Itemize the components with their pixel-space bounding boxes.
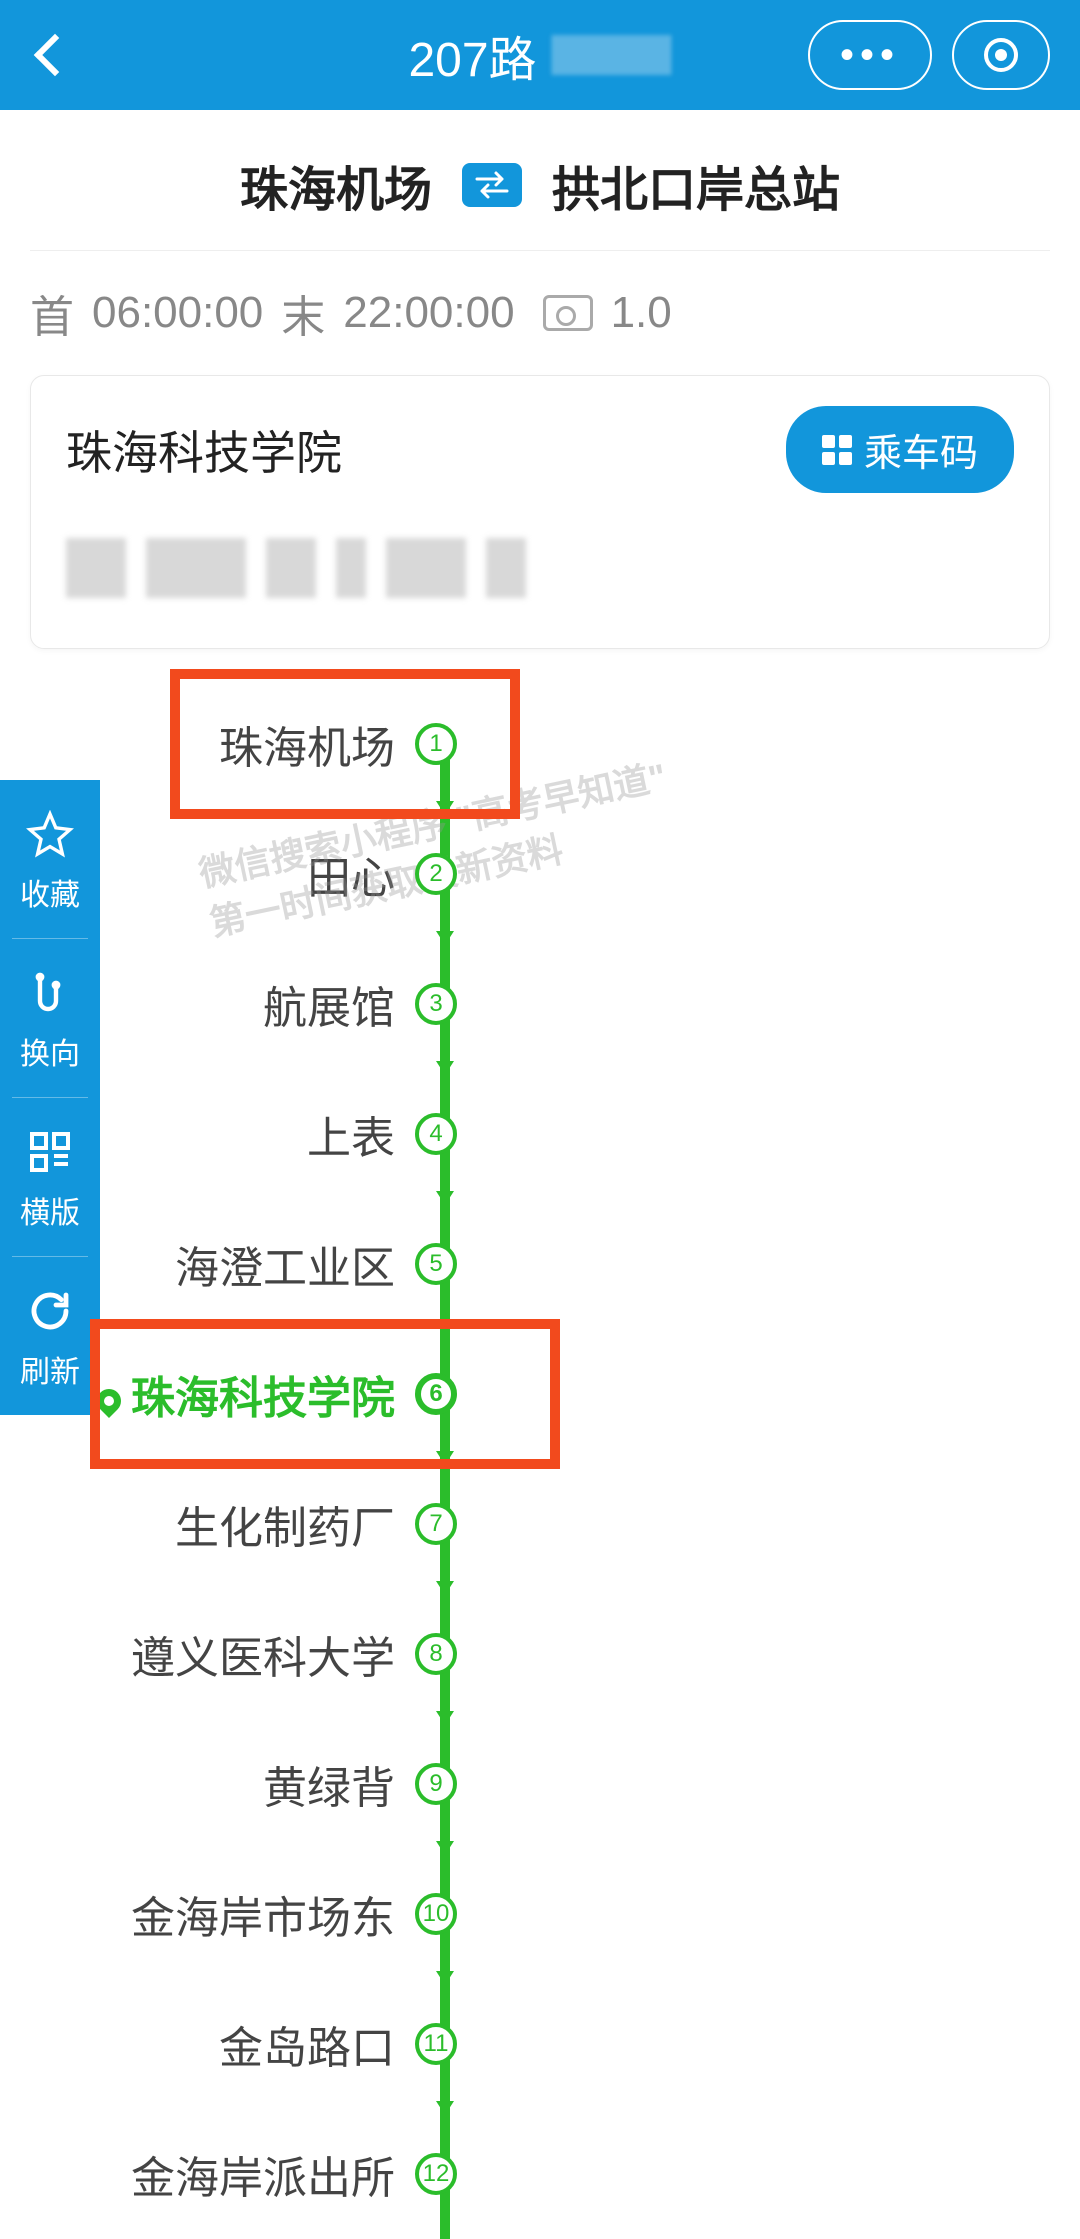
station-row[interactable]: 金海岸派出所12 — [0, 2109, 1080, 2239]
arrow-down-icon — [436, 1971, 454, 1985]
station-row[interactable]: 黄绿背9 — [0, 1719, 1080, 1849]
station-number: 9 — [415, 1763, 457, 1805]
arrow-down-icon — [436, 2101, 454, 2115]
chevron-left-icon — [34, 34, 76, 76]
arrow-down-icon — [436, 1841, 454, 1855]
station-row[interactable]: 田心2 — [0, 809, 1080, 939]
first-time: 06:00:00 — [92, 288, 263, 338]
refresh-icon — [26, 1287, 74, 1335]
reverse-icon — [26, 969, 74, 1017]
arrow-down-icon — [436, 1321, 454, 1335]
favorite-label: 收藏 — [20, 870, 80, 914]
station-number: 11 — [415, 2023, 457, 2065]
layout-label: 横版 — [20, 1188, 80, 1232]
target-button[interactable] — [952, 20, 1050, 90]
station-number: 6 — [415, 1373, 457, 1415]
more-icon: ••• — [840, 35, 900, 75]
swap-icon — [472, 170, 512, 200]
station-number: 4 — [415, 1113, 457, 1155]
route-start: 珠海机场 — [240, 150, 432, 220]
redacted-info — [66, 538, 1014, 598]
station-name: 生化制药厂 — [0, 1492, 415, 1556]
star-icon — [26, 810, 74, 858]
arrow-down-icon — [436, 1451, 454, 1465]
station-name: 珠海机场 — [0, 712, 415, 776]
ride-code-button[interactable]: 乘车码 — [786, 406, 1014, 493]
route-end: 拱北口岸总站 — [552, 150, 840, 220]
station-number: 8 — [415, 1633, 457, 1675]
nearest-station-card: 珠海科技学院 乘车码 — [30, 375, 1050, 649]
ride-code-label: 乘车码 — [864, 422, 978, 477]
station-number: 7 — [415, 1503, 457, 1545]
station-number: 1 — [415, 723, 457, 765]
station-number: 3 — [415, 983, 457, 1025]
refresh-button[interactable]: 刷新 — [12, 1256, 88, 1415]
arrow-down-icon — [436, 1191, 454, 1205]
station-row[interactable]: 航展馆3 — [0, 939, 1080, 1069]
station-row[interactable]: 金海岸市场东10 — [0, 1849, 1080, 1979]
qr-icon — [822, 435, 852, 465]
station-list[interactable]: 珠海机场1田心2航展馆3上表4海澄工业区5珠海科技学院6生化制药厂7遵义医科大学… — [0, 679, 1080, 2239]
station-number: 10 — [415, 1893, 457, 1935]
arrow-down-icon — [436, 931, 454, 945]
target-icon — [984, 38, 1018, 72]
route-header: 珠海机场 拱北口岸总站 — [30, 110, 1050, 251]
arrow-down-icon — [436, 1711, 454, 1725]
redacted-text — [552, 35, 672, 75]
station-name: 遵义医科大学 — [0, 1622, 415, 1686]
station-row[interactable]: 珠海科技学院6 — [0, 1329, 1080, 1459]
station-name: 金岛路口 — [0, 2012, 415, 2076]
arrow-down-icon — [436, 1581, 454, 1595]
header-bar: 207路 ••• — [0, 0, 1080, 110]
station-row[interactable]: 遵义医科大学8 — [0, 1589, 1080, 1719]
station-row[interactable]: 海澄工业区5 — [0, 1199, 1080, 1329]
route-number: 207路 — [408, 20, 536, 90]
station-row[interactable]: 上表4 — [0, 1069, 1080, 1199]
side-toolbar: 收藏 换向 横版 刷新 — [0, 780, 100, 1415]
favorite-button[interactable]: 收藏 — [0, 780, 100, 938]
layout-button[interactable]: 横版 — [12, 1097, 88, 1256]
arrow-down-icon — [436, 1061, 454, 1075]
last-time: 22:00:00 — [343, 288, 514, 338]
fare-value: 1.0 — [611, 288, 672, 338]
schedule-row: 首 06:00:00 末 22:00:00 1.0 — [0, 251, 1080, 375]
header-title: 207路 — [408, 20, 671, 90]
refresh-label: 刷新 — [20, 1347, 80, 1391]
station-name: 金海岸市场东 — [0, 1882, 415, 1946]
arrow-down-icon — [436, 801, 454, 815]
more-button[interactable]: ••• — [808, 20, 932, 90]
first-label: 首 — [30, 281, 74, 345]
swap-direction-button[interactable] — [462, 163, 522, 207]
reverse-button[interactable]: 换向 — [12, 938, 88, 1097]
station-name: 金海岸派出所 — [0, 2142, 415, 2206]
grid-icon — [26, 1128, 74, 1176]
station-row[interactable]: 生化制药厂7 — [0, 1459, 1080, 1589]
reverse-label: 换向 — [20, 1029, 80, 1073]
last-label: 末 — [281, 281, 325, 345]
station-number: 5 — [415, 1243, 457, 1285]
station-name: 黄绿背 — [0, 1752, 415, 1816]
station-number: 12 — [415, 2153, 457, 2195]
fare-icon — [543, 295, 593, 331]
station-row[interactable]: 珠海机场1 — [0, 679, 1080, 809]
station-number: 2 — [415, 853, 457, 895]
back-button[interactable] — [30, 40, 70, 70]
nearest-station-name: 珠海科技学院 — [66, 417, 342, 483]
station-row[interactable]: 金岛路口11 — [0, 1979, 1080, 2109]
